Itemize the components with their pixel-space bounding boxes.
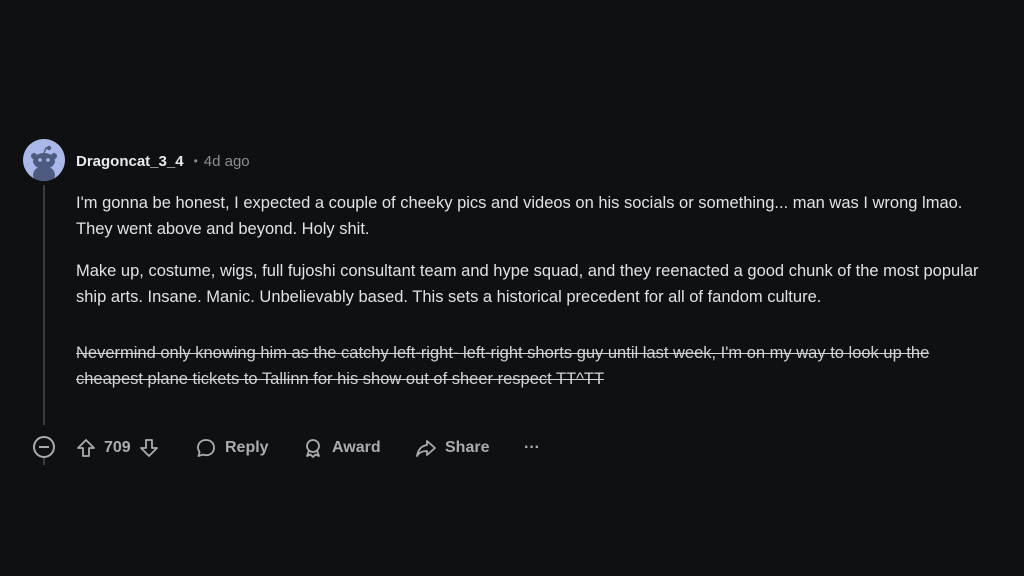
- share-arrow-icon: [416, 440, 436, 457]
- vote-count: 709: [104, 439, 131, 456]
- avatar[interactable]: [23, 139, 65, 181]
- timestamp[interactable]: 4d ago: [204, 153, 250, 170]
- comment-paragraph-2: Make up, costume, wigs, full fujoshi con…: [76, 262, 979, 306]
- upvote-arrow-icon[interactable]: [76, 438, 96, 458]
- share-button[interactable]: Share: [415, 434, 489, 462]
- comment-meta: Dragoncat_3_4 • 4d ago: [76, 150, 250, 172]
- share-label: Share: [445, 439, 490, 456]
- reply-label: Reply: [225, 439, 269, 456]
- comment-body: I'm gonna be honest, I expected a couple…: [76, 190, 996, 408]
- username[interactable]: Dragoncat_3_4: [76, 153, 184, 170]
- comment: Dragoncat_3_4 • 4d ago I'm gonna be hone…: [0, 0, 1024, 576]
- award-icon: [306, 439, 320, 458]
- thread-line[interactable]: [43, 185, 45, 425]
- more-options-icon: ···: [524, 439, 540, 456]
- meta-separator: •: [193, 154, 198, 168]
- vote-group: 709: [76, 434, 159, 462]
- comment-actions: 709 Reply Award Share ···: [0, 434, 1024, 462]
- comment-paragraph-1: I'm gonna be honest, I expected a couple…: [76, 194, 963, 238]
- more-options-button[interactable]: ···: [524, 434, 540, 462]
- snoo-avatar-icon: [23, 139, 65, 181]
- award-button[interactable]: Award: [302, 434, 381, 462]
- award-label: Award: [332, 439, 381, 456]
- speech-bubble-icon: [197, 439, 215, 457]
- reply-button[interactable]: Reply: [195, 434, 269, 462]
- comment-strikethrough-paragraph: Nevermind only knowing him as the catchy…: [76, 344, 930, 388]
- downvote-arrow-icon[interactable]: [139, 438, 159, 458]
